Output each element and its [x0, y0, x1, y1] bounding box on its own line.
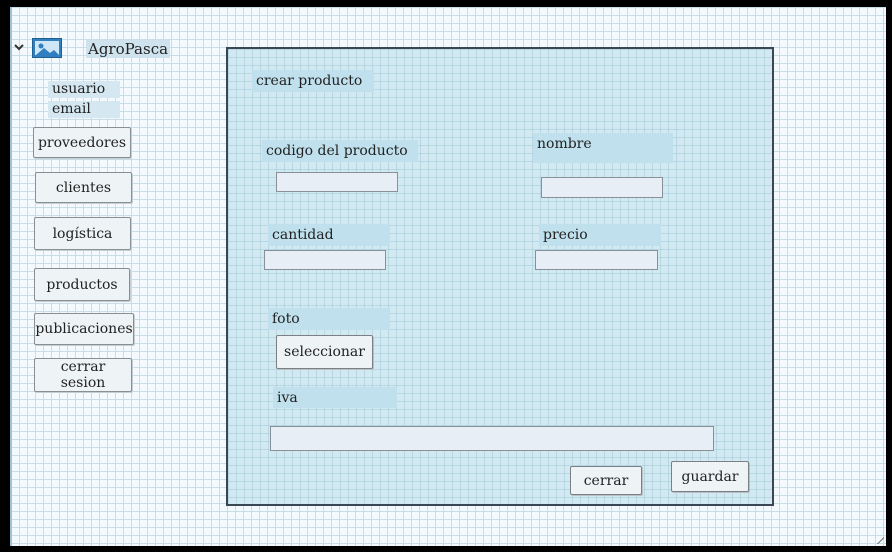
code-field[interactable]: [276, 172, 398, 192]
save-button[interactable]: guardar: [671, 461, 749, 492]
sidebar-item-clientes[interactable]: clientes: [35, 172, 132, 203]
code-label: codigo del producto: [262, 140, 418, 162]
photo-label: foto: [268, 308, 390, 330]
chevron-down-icon[interactable]: [14, 42, 26, 54]
quantity-label: cantidad: [268, 224, 390, 246]
sidebar-item-publicaciones[interactable]: publicaciones: [34, 313, 134, 345]
sidebar-item-logistica[interactable]: logística: [34, 217, 131, 250]
iva-label: iva: [273, 387, 397, 408]
sidebar-item-proveedores[interactable]: proveedores: [33, 127, 131, 158]
email-label: email: [48, 101, 120, 118]
name-field[interactable]: [541, 177, 663, 198]
image-icon: [32, 38, 62, 58]
price-label: precio: [539, 224, 661, 246]
select-photo-button[interactable]: seleccionar: [276, 335, 373, 369]
brand-header[interactable]: [14, 38, 62, 58]
sidebar-item-cerrar-sesion[interactable]: cerrar sesion: [34, 358, 132, 392]
user-label: usuario: [48, 81, 120, 98]
sidebar-item-productos[interactable]: productos: [34, 268, 130, 301]
iva-field[interactable]: [270, 426, 714, 451]
price-field[interactable]: [535, 250, 658, 270]
resize-grip-icon[interactable]: [876, 536, 884, 544]
brand-name: AgroPasca: [86, 40, 171, 58]
name-label: nombre: [533, 133, 673, 163]
close-button[interactable]: cerrar: [570, 466, 642, 495]
quantity-field[interactable]: [264, 250, 386, 270]
form-title: crear producto: [252, 70, 374, 92]
